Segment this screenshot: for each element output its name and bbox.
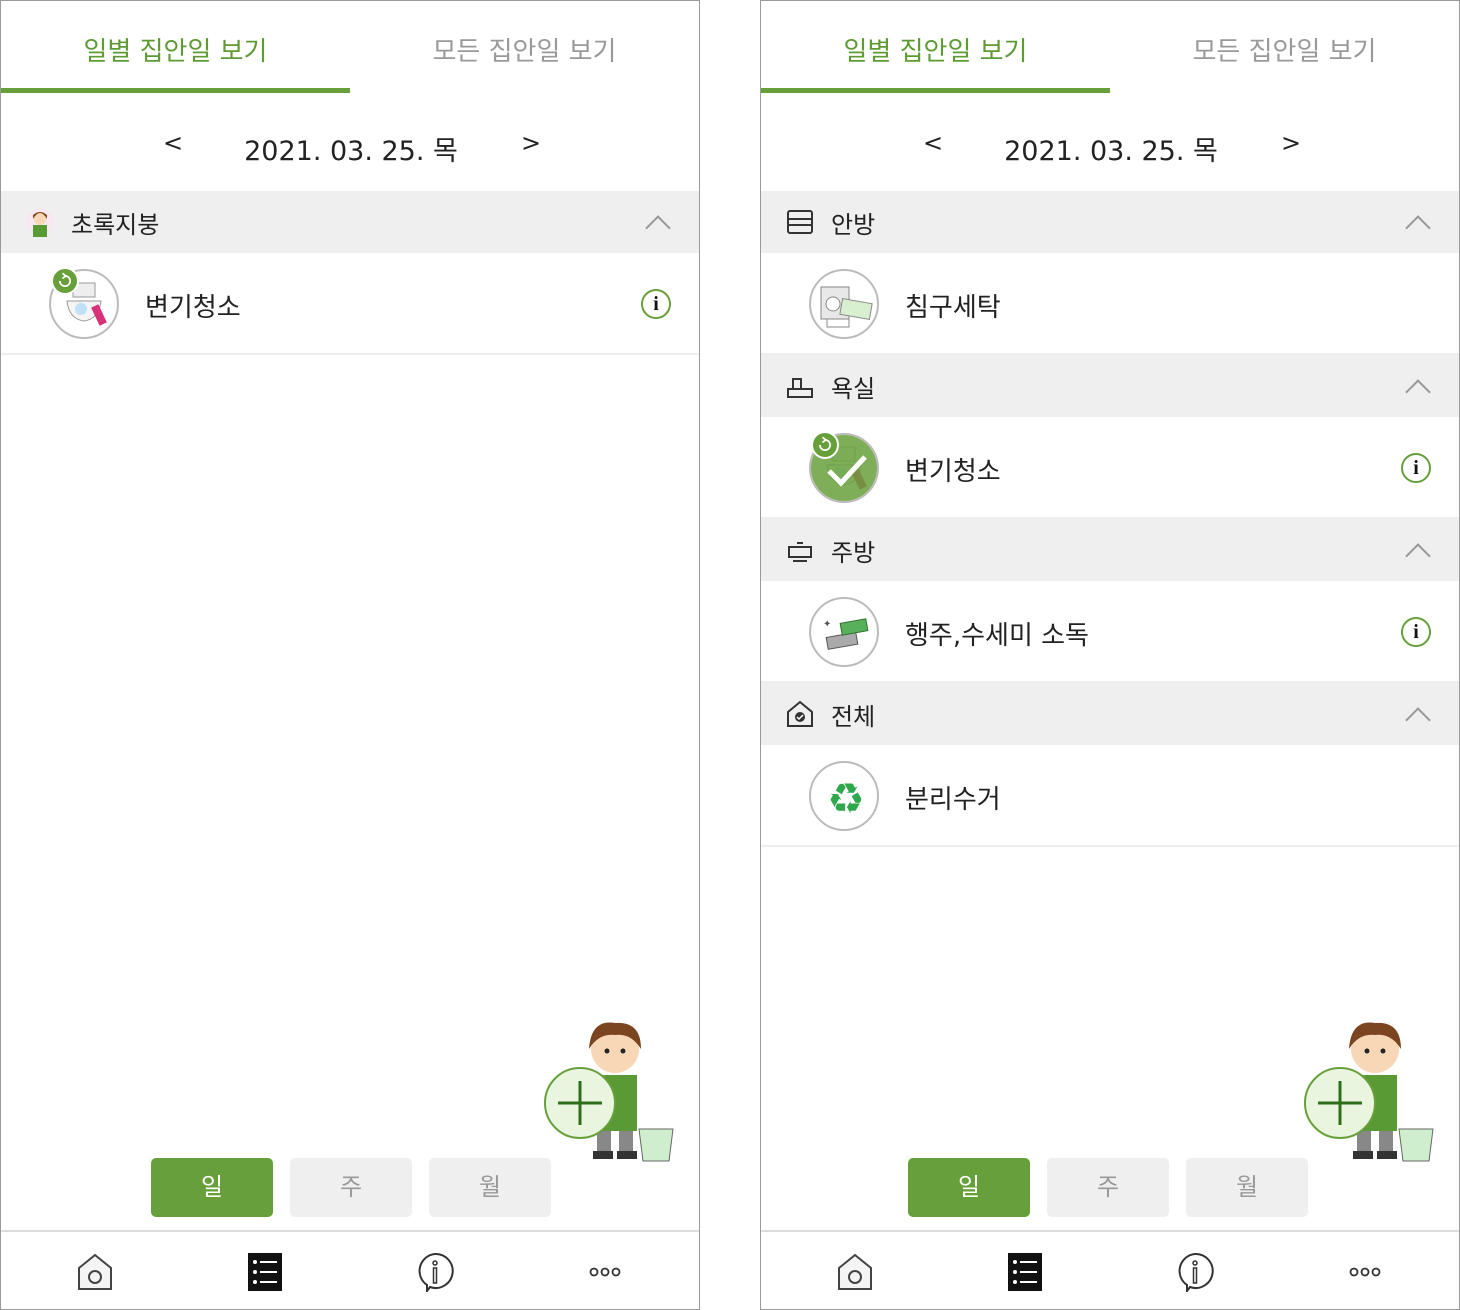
laundry-icon <box>809 269 879 339</box>
list-icon[interactable] <box>245 1252 285 1292</box>
chore-item[interactable]: ✦ 행주,수세미 소독 i <box>761 581 1459 683</box>
date-navigator: 2021. 03. 25. 목 < > <box>1 93 699 191</box>
current-date: 2021. 03. 25. 목 <box>1004 136 1218 167</box>
chore-name: 침구세탁 <box>905 293 1001 323</box>
repeat-badge-icon <box>811 431 839 459</box>
chevron-up-icon[interactable] <box>1405 215 1431 241</box>
view-tabs: 일별 집안일 보기 모든 집안일 보기 <box>1 1 699 93</box>
section-header[interactable]: 초록지붕 <box>1 191 699 253</box>
chevron-up-icon[interactable] <box>1405 707 1431 733</box>
section-header[interactable]: 주방 <box>761 519 1459 581</box>
screen-2: 일별 집안일 보기 모든 집안일 보기 2021. 03. 25. 목 < > 안방… <box>760 0 1460 1310</box>
list-icon[interactable] <box>1005 1252 1045 1292</box>
tab-daily-chores[interactable]: 일별 집안일 보기 <box>1 1 350 93</box>
section-header[interactable]: 안방 <box>761 191 1459 253</box>
section-title: 주방 <box>831 538 876 567</box>
chore-item[interactable]: 변기청소 i <box>761 417 1459 519</box>
chevron-up-icon[interactable] <box>1405 543 1431 569</box>
info-bubble-icon[interactable] <box>415 1252 455 1294</box>
next-date-button[interactable]: > <box>521 129 541 157</box>
period-week-button[interactable]: 주 <box>1047 1158 1169 1217</box>
svg-text:✦: ✦ <box>823 619 831 630</box>
chore-name: 분리수거 <box>905 785 1001 815</box>
section-title: 초록지붕 <box>71 210 160 239</box>
chore-item[interactable]: 침구세탁 <box>761 253 1459 355</box>
period-selector: 일주월 <box>908 1158 1308 1217</box>
home-icon[interactable] <box>835 1252 875 1292</box>
bottom-nav <box>761 1230 1459 1309</box>
prev-date-button[interactable]: < <box>923 129 943 157</box>
period-selector: 일주월 <box>151 1158 551 1217</box>
date-navigator: 2021. 03. 25. 목 < > <box>761 93 1459 191</box>
section-header[interactable]: 욕실 <box>761 355 1459 417</box>
info-bubble-icon[interactable] <box>1175 1252 1215 1294</box>
period-month-button[interactable]: 월 <box>1186 1158 1308 1217</box>
current-date: 2021. 03. 25. 목 <box>244 136 458 167</box>
section-title: 안방 <box>831 210 876 239</box>
bedroom-icon <box>785 207 815 237</box>
period-day-button[interactable]: 일 <box>908 1158 1030 1217</box>
home-icon[interactable] <box>75 1252 115 1292</box>
whole-house-icon <box>785 699 815 729</box>
add-chore-button[interactable] <box>1304 1067 1376 1139</box>
more-icon[interactable] <box>1345 1252 1385 1292</box>
recycle-icon: ♻ <box>809 761 879 831</box>
chevron-up-icon[interactable] <box>1405 379 1431 405</box>
next-date-button[interactable]: > <box>1281 129 1301 157</box>
repeat-badge-icon <box>51 267 79 295</box>
view-tabs: 일별 집안일 보기 모든 집안일 보기 <box>761 1 1459 93</box>
member-avatar-icon <box>25 207 55 237</box>
chevron-up-icon[interactable] <box>645 215 671 241</box>
info-icon[interactable]: i <box>641 289 671 319</box>
tab-all-chores[interactable]: 모든 집안일 보기 <box>350 1 699 93</box>
add-chore-button[interactable] <box>544 1067 616 1139</box>
prev-date-button[interactable]: < <box>163 129 183 157</box>
svg-text:♻: ♻ <box>827 774 865 823</box>
bathroom-icon <box>785 371 815 401</box>
info-icon[interactable]: i <box>1401 617 1431 647</box>
section-title: 전체 <box>831 702 876 731</box>
section-header[interactable]: 전체 <box>761 683 1459 745</box>
tab-daily-chores[interactable]: 일별 집안일 보기 <box>761 1 1110 93</box>
chore-name: 변기청소 <box>145 293 241 323</box>
section-title: 욕실 <box>831 374 876 403</box>
info-icon[interactable]: i <box>1401 453 1431 483</box>
bottom-nav <box>1 1230 699 1309</box>
chore-item[interactable]: 변기청소 i <box>1 253 699 355</box>
chore-name: 행주,수세미 소독 <box>905 621 1089 651</box>
screen-1: 일별 집안일 보기 모든 집안일 보기 2021. 03. 25. 목 < > 초록… <box>0 0 700 1310</box>
kitchen-icon <box>785 535 815 565</box>
more-icon[interactable] <box>585 1252 625 1292</box>
chore-name: 변기청소 <box>905 457 1001 487</box>
period-day-button[interactable]: 일 <box>151 1158 273 1217</box>
sponge-icon: ✦ <box>809 597 879 667</box>
period-month-button[interactable]: 월 <box>429 1158 551 1217</box>
tab-all-chores[interactable]: 모든 집안일 보기 <box>1110 1 1459 93</box>
period-week-button[interactable]: 주 <box>290 1158 412 1217</box>
chore-item[interactable]: ♻ 분리수거 <box>761 745 1459 847</box>
